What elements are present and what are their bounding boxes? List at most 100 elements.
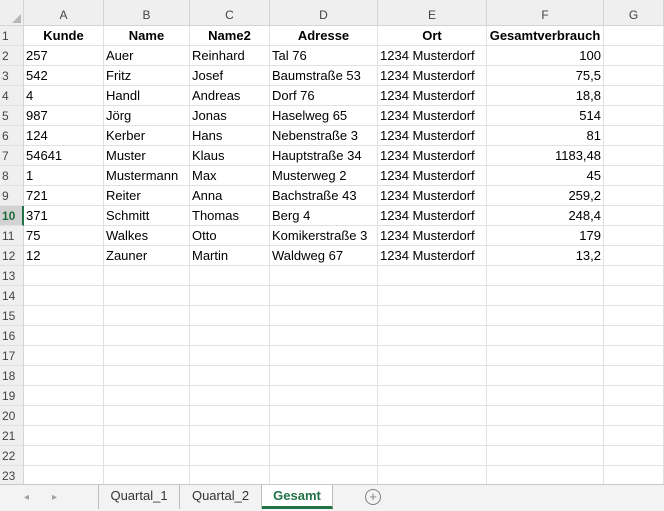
cell-c4[interactable]: Andreas [190,86,270,106]
empty-cell[interactable] [487,326,604,346]
cell-f9[interactable]: 259,2 [487,186,604,206]
header-cell-d[interactable]: Adresse [270,26,378,46]
cell-b6[interactable]: Kerber [104,126,190,146]
empty-cell[interactable] [190,466,270,484]
empty-cell[interactable] [604,26,664,46]
empty-cell[interactable] [378,406,487,426]
row-header-6[interactable]: 6 [0,126,24,146]
empty-cell[interactable] [378,446,487,466]
cell-c3[interactable]: Josef [190,66,270,86]
empty-cell[interactable] [378,326,487,346]
empty-cell[interactable] [104,426,190,446]
empty-cell[interactable] [24,346,104,366]
empty-cell[interactable] [104,306,190,326]
row-header-18[interactable]: 18 [0,366,24,386]
empty-cell[interactable] [104,446,190,466]
empty-cell[interactable] [190,326,270,346]
cell-d5[interactable]: Haselweg 65 [270,106,378,126]
empty-cell[interactable] [190,306,270,326]
cell-e5[interactable]: 1234 Musterdorf [378,106,487,126]
empty-cell[interactable] [270,366,378,386]
row-header-17[interactable]: 17 [0,346,24,366]
cell-e3[interactable]: 1234 Musterdorf [378,66,487,86]
cell-c12[interactable]: Martin [190,246,270,266]
tab-quartal-2[interactable]: Quartal_2 [180,485,262,509]
cell-e8[interactable]: 1234 Musterdorf [378,166,487,186]
cell-f3[interactable]: 75,5 [487,66,604,86]
column-header-c[interactable]: C [190,0,270,26]
empty-cell[interactable] [190,426,270,446]
empty-cell[interactable] [487,266,604,286]
row-header-1[interactable]: 1 [0,26,24,46]
empty-cell[interactable] [604,286,664,306]
empty-cell[interactable] [190,446,270,466]
empty-cell[interactable] [104,406,190,426]
cell-c8[interactable]: Max [190,166,270,186]
empty-cell[interactable] [24,286,104,306]
empty-cell[interactable] [24,406,104,426]
empty-cell[interactable] [487,406,604,426]
empty-cell[interactable] [604,226,664,246]
empty-cell[interactable] [604,146,664,166]
cell-a5[interactable]: 987 [24,106,104,126]
cell-b5[interactable]: Jörg [104,106,190,126]
empty-cell[interactable] [604,366,664,386]
cell-c5[interactable]: Jonas [190,106,270,126]
tab-gesamt[interactable]: Gesamt [262,485,333,509]
cell-b7[interactable]: Muster [104,146,190,166]
column-header-a[interactable]: A [24,0,104,26]
empty-cell[interactable] [487,386,604,406]
header-cell-b[interactable]: Name [104,26,190,46]
row-header-14[interactable]: 14 [0,286,24,306]
cell-e4[interactable]: 1234 Musterdorf [378,86,487,106]
row-header-7[interactable]: 7 [0,146,24,166]
select-all-button[interactable] [0,0,24,26]
empty-cell[interactable] [604,206,664,226]
empty-cell[interactable] [270,266,378,286]
header-cell-c[interactable]: Name2 [190,26,270,46]
cell-d7[interactable]: Hauptstraße 34 [270,146,378,166]
empty-cell[interactable] [604,306,664,326]
empty-cell[interactable] [604,446,664,466]
empty-cell[interactable] [270,406,378,426]
row-header-13[interactable]: 13 [0,266,24,286]
empty-cell[interactable] [190,266,270,286]
empty-cell[interactable] [604,126,664,146]
header-cell-f[interactable]: Gesamtverbrauch [487,26,604,46]
cell-a3[interactable]: 542 [24,66,104,86]
cell-b8[interactable]: Mustermann [104,166,190,186]
scroll-tabs-left-icon[interactable]: ◂ [24,491,29,505]
empty-cell[interactable] [190,346,270,366]
empty-cell[interactable] [604,106,664,126]
empty-cell[interactable] [190,406,270,426]
cell-f8[interactable]: 45 [487,166,604,186]
row-header-19[interactable]: 19 [0,386,24,406]
row-header-11[interactable]: 11 [0,226,24,246]
empty-cell[interactable] [190,286,270,306]
empty-cell[interactable] [270,466,378,484]
empty-cell[interactable] [104,346,190,366]
column-header-g[interactable]: G [604,0,664,26]
empty-cell[interactable] [270,446,378,466]
cell-e6[interactable]: 1234 Musterdorf [378,126,487,146]
row-header-20[interactable]: 20 [0,406,24,426]
cell-d4[interactable]: Dorf 76 [270,86,378,106]
empty-cell[interactable] [604,406,664,426]
empty-cell[interactable] [378,426,487,446]
row-header-5[interactable]: 5 [0,106,24,126]
empty-cell[interactable] [24,266,104,286]
cell-b3[interactable]: Fritz [104,66,190,86]
empty-cell[interactable] [604,186,664,206]
cell-b11[interactable]: Walkes [104,226,190,246]
cell-f11[interactable]: 179 [487,226,604,246]
cell-a2[interactable]: 257 [24,46,104,66]
row-header-10[interactable]: 10 [0,206,24,226]
empty-cell[interactable] [378,366,487,386]
empty-cell[interactable] [24,466,104,484]
row-header-21[interactable]: 21 [0,426,24,446]
cell-a7[interactable]: 54641 [24,146,104,166]
empty-cell[interactable] [378,346,487,366]
cell-a10[interactable]: 371 [24,206,104,226]
cell-d2[interactable]: Tal 76 [270,46,378,66]
cell-f6[interactable]: 81 [487,126,604,146]
